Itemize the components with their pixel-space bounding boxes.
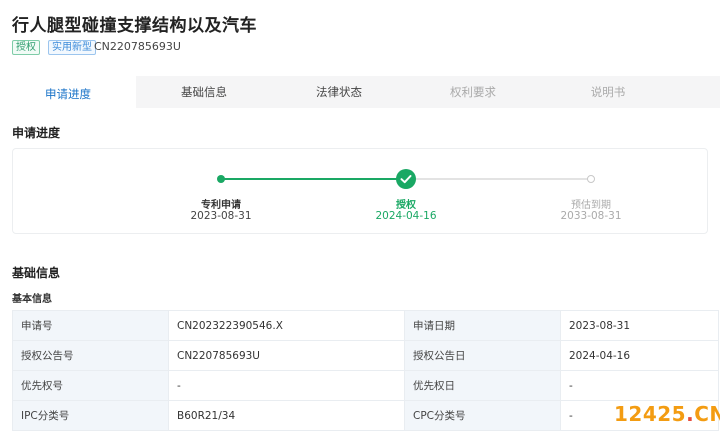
table-row: 申请号 CN202322390546.X 申请日期 2023-08-31 — [12, 310, 719, 341]
value-application-no: CN202322390546.X — [168, 310, 405, 341]
tab-legal-status[interactable]: 法律状态 — [272, 76, 406, 108]
table-row: IPC分类号 B60R21/34 CPC分类号 - — [12, 400, 719, 431]
tab-bar: 申请进度 基础信息 法律状态 权利要求 说明书 — [0, 76, 720, 108]
basic-info-section-title: 基础信息 — [12, 266, 61, 280]
site-watermark: 12425.CN — [614, 402, 720, 426]
tab-description[interactable]: 说明书 — [540, 76, 676, 108]
tab-progress[interactable]: 申请进度 — [0, 76, 136, 108]
label-grant-pub-no: 授权公告号 — [12, 340, 169, 371]
step-date-granted: 2024-04-16 — [375, 210, 437, 222]
label-cpc: CPC分类号 — [404, 400, 561, 431]
progress-section-title: 申请进度 — [12, 126, 61, 140]
basic-info-subtitle: 基本信息 — [12, 294, 52, 305]
label-ipc: IPC分类号 — [12, 400, 169, 431]
label-priority-date: 优先权日 — [404, 370, 561, 401]
watermark-main: 12425 — [614, 402, 687, 426]
value-priority-date: - — [560, 370, 719, 401]
timeline-track-completed — [221, 178, 407, 180]
value-priority-no: - — [168, 370, 405, 401]
table-row: 优先权号 - 优先权日 - — [12, 370, 719, 401]
basic-info-table: 申请号 CN202322390546.X 申请日期 2023-08-31 授权公… — [12, 310, 719, 431]
step-date-expiry: 2033-08-31 — [560, 210, 622, 222]
step-label-granted: 授权 — [396, 200, 416, 211]
publication-number: CN220785693U — [94, 40, 181, 53]
watermark-dot: . — [686, 402, 695, 426]
table-row: 授权公告号 CN220785693U 授权公告日 2024-04-16 — [12, 340, 719, 371]
label-application-no: 申请号 — [12, 310, 169, 341]
step-dot-expiry — [587, 175, 595, 183]
step-dot-filed — [217, 175, 225, 183]
check-icon — [396, 169, 416, 189]
step-label-expiry: 预估到期 — [571, 200, 611, 211]
step-label-filed: 专利申请 — [201, 200, 241, 211]
value-grant-pub-date: 2024-04-16 — [560, 340, 719, 371]
label-grant-pub-date: 授权公告日 — [404, 340, 561, 371]
progress-timeline: 专利申请 2023-08-31 授权 2024-04-16 预估到期 2033-… — [12, 148, 708, 234]
patent-header: 行人腿型碰撞支撑结构以及汽车 授权 实用新型 CN220785693U — [0, 0, 720, 68]
timeline-track-pending — [407, 178, 591, 180]
patent-type-badge: 实用新型 — [48, 40, 96, 55]
label-application-date: 申请日期 — [404, 310, 561, 341]
patent-title: 行人腿型碰撞支撑结构以及汽车 — [12, 16, 257, 36]
value-application-date: 2023-08-31 — [560, 310, 719, 341]
tab-basic-info[interactable]: 基础信息 — [136, 76, 272, 108]
label-priority-no: 优先权号 — [12, 370, 169, 401]
status-badge-granted: 授权 — [12, 40, 40, 55]
step-date-filed: 2023-08-31 — [190, 210, 252, 222]
tab-claims[interactable]: 权利要求 — [406, 76, 540, 108]
value-ipc: B60R21/34 — [168, 400, 405, 431]
value-grant-pub-no: CN220785693U — [168, 340, 405, 371]
watermark-tld: CN — [694, 402, 720, 426]
